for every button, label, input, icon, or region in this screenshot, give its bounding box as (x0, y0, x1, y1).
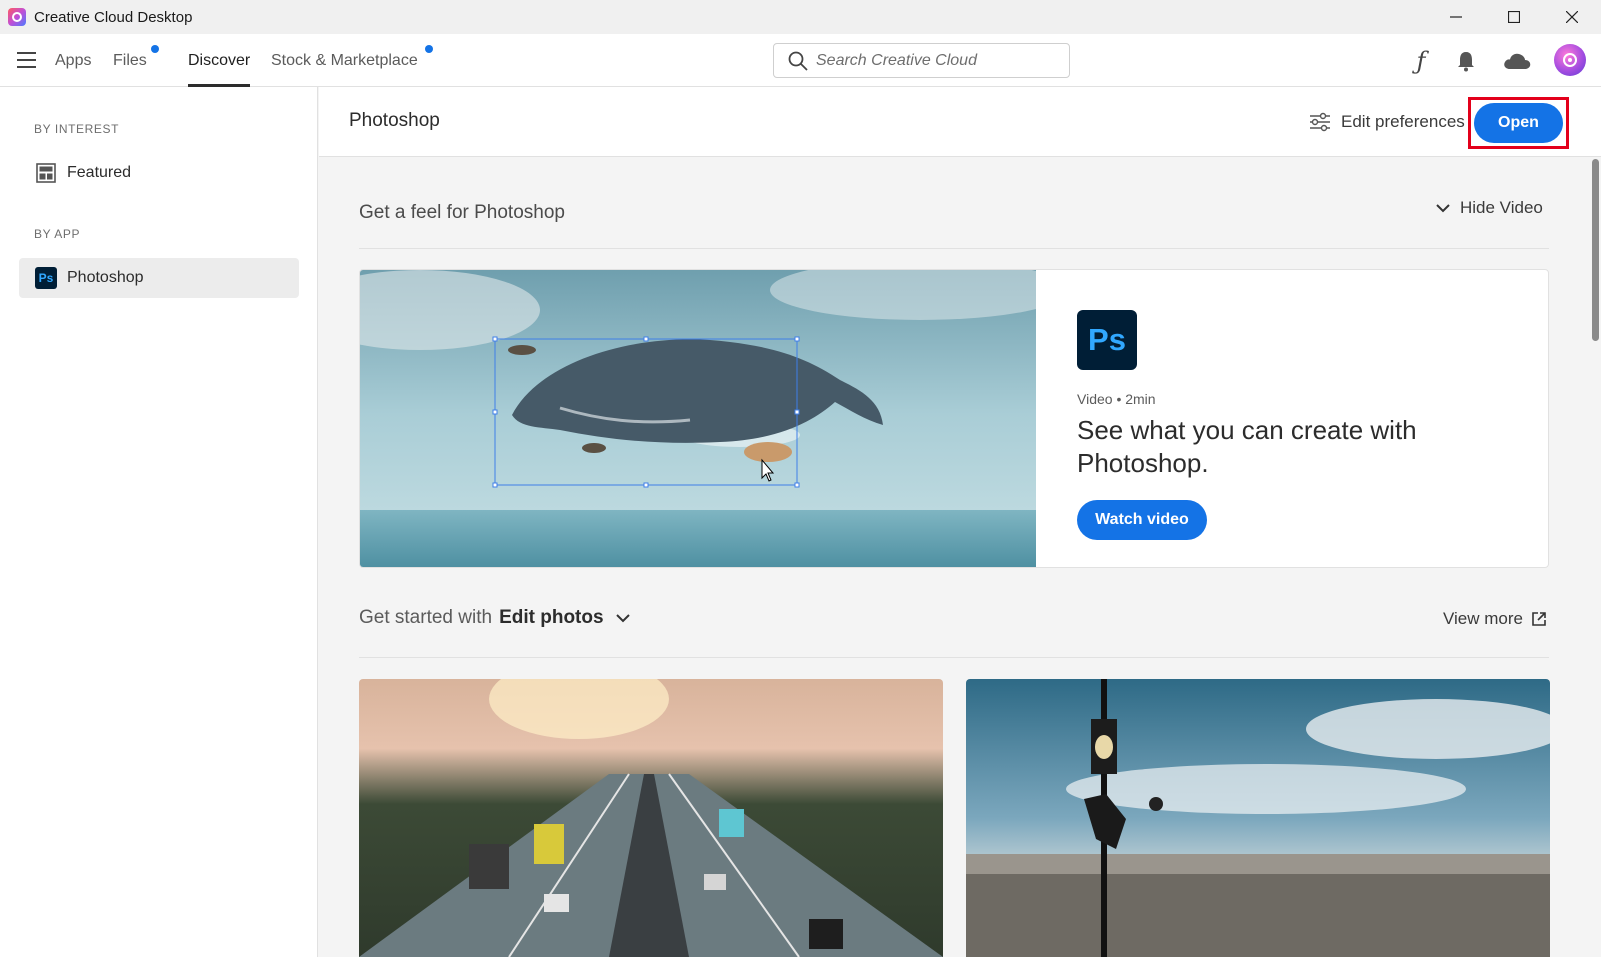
view-more-label: View more (1443, 609, 1523, 628)
video-headline: See what you can create with Photoshop. (1077, 415, 1417, 478)
hide-video-label: Hide Video (1460, 198, 1543, 217)
sidebar-item-label: Photoshop (67, 269, 144, 286)
sidebar-item-featured[interactable]: Featured (19, 153, 299, 193)
open-button[interactable]: Open (1474, 103, 1563, 143)
sidebar-item-label: Featured (67, 164, 132, 181)
chevron-down-icon[interactable] (615, 613, 630, 623)
tab-discover[interactable]: Discover (188, 34, 251, 87)
topic-dropdown[interactable]: Edit photos (499, 607, 603, 629)
photoshop-logo: Ps (1077, 310, 1137, 370)
open-button-highlight: Open (1468, 97, 1569, 149)
tab-apps[interactable]: Apps (55, 34, 91, 87)
by-interest-heading: BY INTEREST (34, 122, 120, 136)
close-icon (1566, 11, 1578, 23)
scrollbar-thumb[interactable] (1592, 159, 1599, 341)
tab-files[interactable]: Files (113, 34, 147, 87)
main-header: Photoshop Edit preferences Open (319, 87, 1601, 157)
window-title: Creative Cloud Desktop (34, 8, 193, 26)
bell-icon[interactable] (1451, 46, 1481, 76)
sliders-icon (1310, 112, 1330, 132)
search-icon (788, 51, 808, 71)
stock-notification-dot (425, 45, 433, 53)
title-bar: Creative Cloud Desktop (0, 0, 1601, 34)
page-title: Photoshop (349, 110, 440, 131)
photoshop-icon: Ps (35, 267, 57, 289)
tab-files-label: Files (113, 51, 147, 69)
section-divider (359, 248, 1549, 249)
chevron-down-icon (1436, 204, 1450, 213)
get-started-heading: Get started with Edit photos (359, 607, 630, 629)
external-link-icon (1531, 611, 1547, 627)
maximize-button[interactable] (1485, 0, 1543, 34)
watch-video-button[interactable]: Watch video (1077, 500, 1207, 540)
minimize-button[interactable] (1427, 0, 1485, 34)
sidebar: BY INTEREST Featured BY APP Ps Photoshop (0, 87, 318, 957)
avatar[interactable] (1554, 44, 1586, 76)
fonts-icon[interactable]: ƒ (1406, 46, 1436, 76)
edit-preferences-button[interactable]: Edit preferences (1309, 107, 1465, 137)
video-card: Ps Video • 2min See what you can create … (359, 269, 1549, 568)
by-app-heading: BY APP (34, 227, 81, 241)
tab-stock-marketplace[interactable]: Stock & Marketplace (271, 34, 418, 87)
creative-cloud-icon (8, 8, 26, 26)
video-meta: Video • 2min (1077, 391, 1156, 407)
top-nav: Apps Files Discover Stock & Marketplace … (0, 34, 1601, 87)
tutorial-thumbnail-paris[interactable] (966, 679, 1550, 957)
video-info: Ps Video • 2min See what you can create … (1036, 270, 1548, 567)
section-divider (359, 657, 1549, 658)
search-input[interactable] (816, 51, 1056, 70)
get-started-prefix: Get started with (359, 607, 493, 628)
close-button[interactable] (1543, 0, 1601, 34)
view-more-link[interactable]: View more (1443, 609, 1547, 629)
files-notification-dot (151, 45, 159, 53)
tutorial-thumbnail-highway[interactable] (359, 679, 943, 957)
avatar-glyph-icon (1563, 53, 1577, 67)
scrollbar[interactable] (1590, 157, 1601, 957)
layout-grid-icon (35, 162, 57, 184)
menu-icon[interactable] (17, 52, 36, 68)
edit-preferences-label: Edit preferences (1341, 112, 1465, 131)
hide-video-button[interactable]: Hide Video (1436, 198, 1543, 218)
cloud-icon[interactable] (1500, 46, 1534, 76)
search-box[interactable] (773, 43, 1070, 78)
maximize-icon (1508, 11, 1520, 23)
minimize-icon (1450, 16, 1462, 18)
sidebar-item-photoshop[interactable]: Ps Photoshop (19, 258, 299, 298)
feel-section-title: Get a feel for Photoshop (359, 202, 565, 223)
video-thumbnail-whale[interactable] (360, 270, 1036, 568)
